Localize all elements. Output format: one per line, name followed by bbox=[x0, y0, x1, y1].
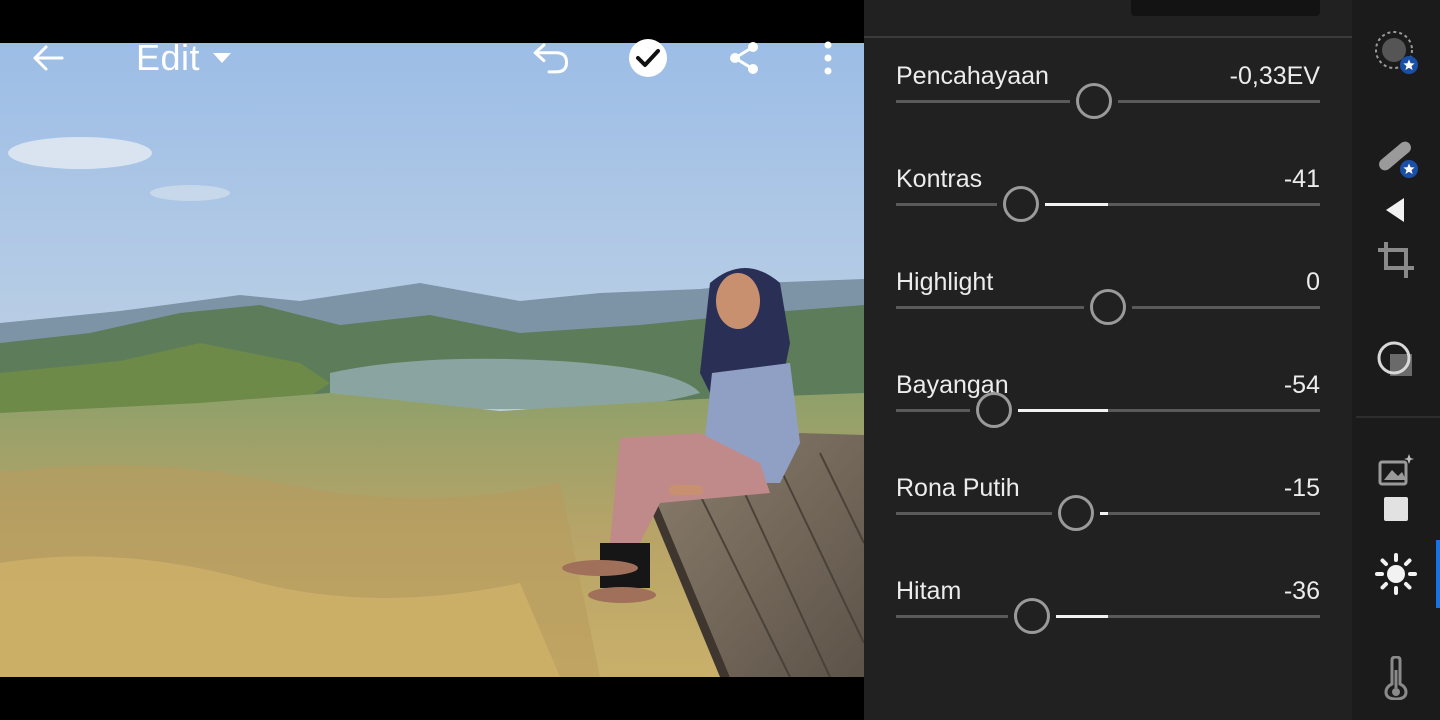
undo-icon[interactable] bbox=[530, 38, 570, 78]
slider-track-left bbox=[896, 203, 998, 206]
checkmark-circle-icon[interactable] bbox=[628, 38, 668, 78]
slider-fill bbox=[1045, 203, 1108, 206]
photo-preview[interactable] bbox=[0, 43, 864, 677]
collapse-left-icon[interactable] bbox=[1372, 186, 1420, 234]
adjustment-label: Hitam bbox=[896, 577, 962, 605]
slider-thumb[interactable] bbox=[1090, 289, 1126, 325]
contrast-slider[interactable] bbox=[896, 186, 1320, 222]
shadows-slider[interactable] bbox=[896, 392, 1320, 428]
adjustment-exposure: Pencahayaan -0,33EV bbox=[896, 62, 1320, 162]
slider-track-right bbox=[1099, 512, 1320, 515]
slider-track-right bbox=[1117, 100, 1320, 103]
healing-brush-icon[interactable] bbox=[1372, 132, 1420, 180]
exposure-slider[interactable] bbox=[896, 83, 1320, 119]
whites-slider[interactable] bbox=[896, 495, 1320, 531]
slider-thumb[interactable] bbox=[975, 392, 1012, 428]
more-vertical-icon[interactable] bbox=[808, 38, 848, 78]
adjustment-label: Highlight bbox=[896, 268, 994, 296]
panel-header-field[interactable] bbox=[1131, 0, 1320, 16]
adjustment-value[interactable]: -54 bbox=[1284, 371, 1320, 400]
slider-track-left bbox=[896, 409, 970, 412]
light-icon[interactable] bbox=[1372, 550, 1420, 598]
slider-thumb[interactable] bbox=[1013, 598, 1050, 634]
adjustment-whites: Rona Putih -15 bbox=[896, 474, 1320, 574]
square-icon[interactable] bbox=[1372, 485, 1420, 533]
adjustment-value[interactable]: -36 bbox=[1284, 577, 1320, 606]
slider-track-left bbox=[896, 512, 1052, 515]
share-icon[interactable] bbox=[724, 38, 764, 78]
presets-icon[interactable] bbox=[1372, 28, 1420, 76]
slider-thumb[interactable] bbox=[1075, 83, 1112, 119]
adjustment-shadows: Bayangan -54 bbox=[896, 371, 1320, 471]
color-temperature-icon[interactable] bbox=[1372, 654, 1420, 702]
crop-icon[interactable] bbox=[1372, 236, 1420, 284]
panel-divider bbox=[864, 36, 1352, 38]
adjustment-value[interactable]: -15 bbox=[1284, 474, 1320, 503]
adjustment-highlights: Highlight 0 bbox=[896, 268, 1320, 368]
slider-thumb[interactable] bbox=[1057, 495, 1094, 531]
rail-divider bbox=[1356, 416, 1440, 418]
adjustment-value[interactable]: -41 bbox=[1284, 165, 1320, 194]
adjustment-contrast: Kontras -41 bbox=[896, 165, 1320, 265]
top-toolbar: Edit bbox=[0, 30, 864, 86]
blacks-slider[interactable] bbox=[896, 598, 1320, 634]
slider-fill bbox=[1055, 615, 1108, 618]
adjustment-label: Kontras bbox=[896, 165, 983, 193]
photo-canvas-area: Edit bbox=[0, 0, 864, 720]
mode-label: Edit bbox=[136, 37, 201, 78]
adjustment-label: Pencahayaan bbox=[896, 62, 1049, 90]
slider-fill bbox=[1099, 512, 1108, 515]
back-arrow-icon[interactable] bbox=[28, 38, 68, 78]
tool-rail bbox=[1352, 0, 1440, 720]
slider-track-left bbox=[896, 306, 1084, 309]
masking-icon[interactable] bbox=[1372, 336, 1420, 384]
caret-down-icon bbox=[212, 52, 232, 64]
adjustment-value[interactable]: 0 bbox=[1306, 268, 1320, 297]
adjustment-value[interactable]: -0,33EV bbox=[1230, 62, 1320, 91]
light-adjustments-panel: Pencahayaan -0,33EV Kontras -41 Highligh… bbox=[864, 0, 1352, 720]
slider-track-right bbox=[1132, 306, 1320, 309]
slider-track-left bbox=[896, 615, 1008, 618]
slider-track-left bbox=[896, 100, 1070, 103]
active-tool-indicator bbox=[1436, 540, 1440, 608]
slider-thumb[interactable] bbox=[1003, 186, 1040, 222]
slider-fill bbox=[1017, 409, 1108, 412]
adjustment-blacks: Hitam -36 bbox=[896, 577, 1320, 677]
highlights-slider[interactable] bbox=[896, 289, 1320, 325]
mode-selector[interactable]: Edit bbox=[136, 37, 232, 78]
adjustment-label: Rona Putih bbox=[896, 474, 1020, 502]
